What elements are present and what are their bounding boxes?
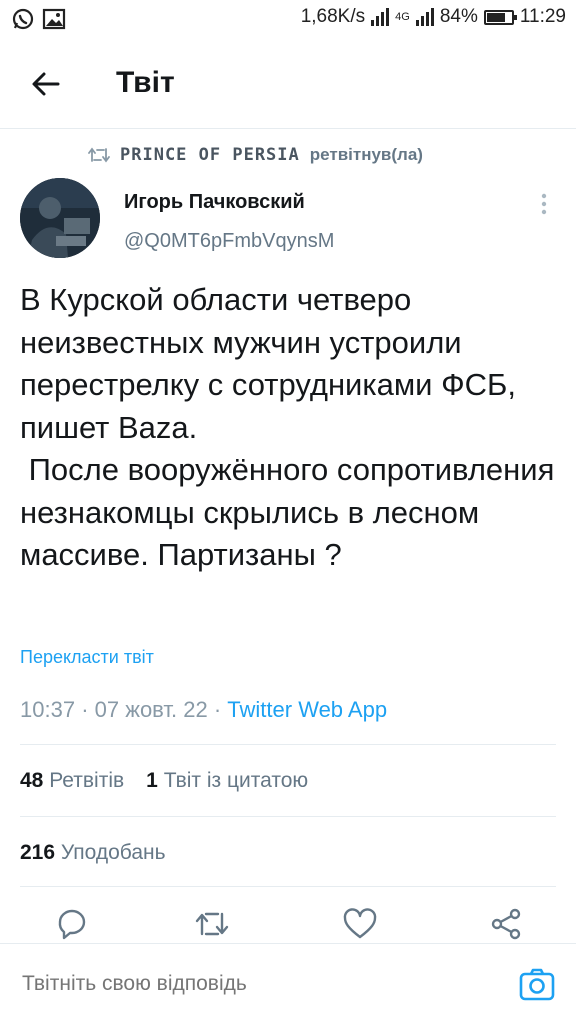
author-name[interactable]: Игорь Пачковский [124, 191, 305, 214]
author-handle[interactable]: @Q0MT6pFmbVqynsM [124, 230, 334, 253]
retweets-count: 48 [20, 769, 44, 792]
quotes-label: Твіт із цитатою [163, 769, 309, 792]
page-title: Твіт [116, 66, 175, 99]
divider [20, 744, 556, 745]
tweet-actions [0, 900, 576, 948]
likes-stat[interactable]: 216 Уподобань [20, 841, 166, 865]
reply-bar [0, 943, 576, 1025]
retweet-suffix: ретвітнув(ла) [309, 145, 423, 164]
battery-icon [483, 9, 517, 25]
retweet-stats: 48 Ретвітів 1 Твіт із цитатою [20, 769, 308, 793]
heart-icon [343, 908, 377, 939]
status-bar-right: 1,68K/s 4G 84% 11:29 [301, 6, 566, 28]
likes-count: 216 [20, 841, 56, 864]
battery-percent: 84% [439, 6, 478, 27]
likes-label: Уподобань [60, 841, 166, 864]
app-header: Твіт [0, 40, 576, 129]
camera-button[interactable] [518, 966, 556, 1002]
meta-separator: · [213, 697, 222, 722]
status-bar-left [12, 8, 66, 30]
tweet-meta: 10:37 · 07 жовт. 22 · Twitter Web App [20, 697, 387, 723]
arrow-left-icon [32, 72, 60, 96]
meta-separator: · [81, 697, 89, 722]
retweet-button[interactable] [194, 906, 230, 942]
network-speed: 1,68K/s [300, 6, 366, 27]
clock: 11:29 [519, 6, 566, 27]
retweet-icon [195, 912, 229, 936]
likes-stats: 216 Уподобань [20, 841, 166, 865]
retweeter-name: PRINCE OF PERSIA [120, 145, 300, 165]
divider [20, 816, 556, 817]
reply-icon [58, 909, 86, 940]
more-vertical-icon [541, 193, 547, 215]
share-icon [491, 908, 521, 940]
quotes-stat[interactable]: 1 Твіт із цитатою [146, 769, 308, 793]
avatar[interactable] [20, 178, 100, 258]
retweets-label: Ретвітів [49, 769, 125, 792]
camera-icon [519, 968, 555, 1001]
retweeted-by-line[interactable]: PRINCE OF PERSIA ретвітнув(ла) [88, 145, 423, 165]
tweet-text: В Курской области четверо неизвестных му… [20, 282, 555, 572]
share-button[interactable] [488, 906, 524, 942]
retweet-icon [88, 147, 110, 163]
tweet-time: 10:37 [20, 697, 76, 722]
translate-tweet-link[interactable]: Перекласти твіт [20, 647, 154, 668]
reply-input[interactable] [22, 972, 462, 996]
image-icon [42, 8, 66, 30]
retweets-stat[interactable]: 48 Ретвітів [20, 769, 124, 793]
reply-button[interactable] [54, 906, 90, 942]
signal-icon [371, 8, 390, 26]
status-bar: 1,68K/s 4G 84% 11:29 [0, 0, 576, 40]
tweet-source[interactable]: Twitter Web App [227, 697, 387, 722]
network-type: 4G [395, 11, 410, 23]
more-options-button[interactable] [534, 190, 554, 218]
whatsapp-icon [12, 8, 34, 30]
avatar-image [20, 178, 100, 258]
back-button[interactable] [26, 64, 66, 104]
signal-4g-icon [415, 8, 434, 26]
tweet-date: 07 жовт. 22 [94, 697, 208, 722]
quotes-count: 1 [146, 769, 158, 792]
divider [20, 886, 556, 887]
like-button[interactable] [342, 906, 378, 942]
